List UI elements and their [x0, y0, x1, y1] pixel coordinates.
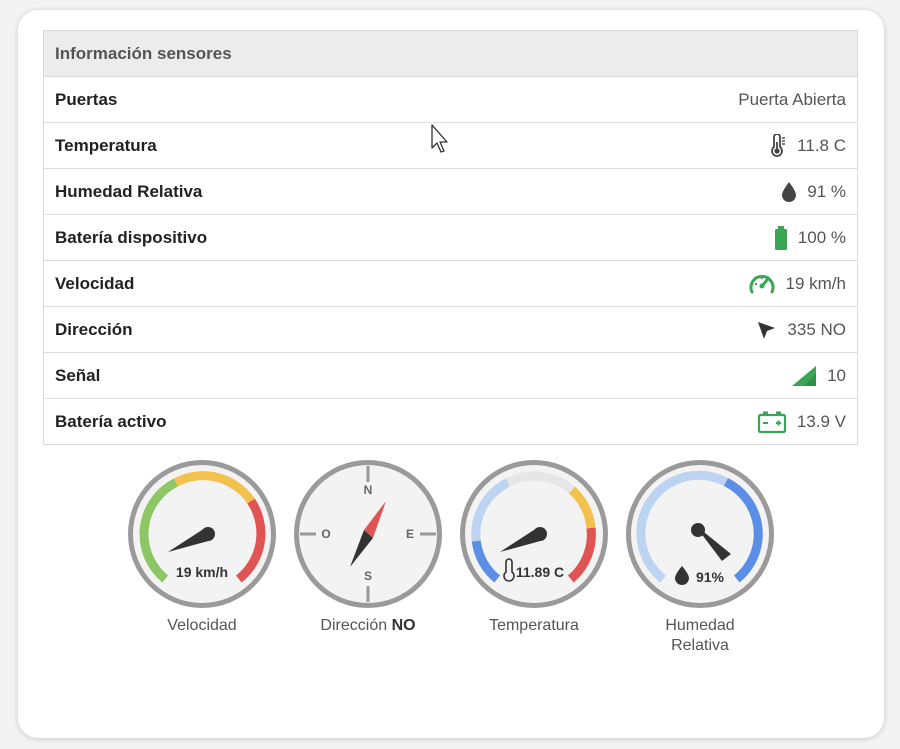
temperature-gauge-dial: 11.89 C: [460, 460, 608, 608]
speed-gauge: 19 km/h Velocidad: [126, 458, 278, 636]
thermometer-icon: [771, 133, 786, 157]
direction-caption-value: NO: [391, 617, 416, 634]
row-value-group: 91 %: [781, 181, 846, 203]
row-label: Velocidad: [55, 273, 135, 293]
row-value-group: 10: [791, 365, 846, 387]
row-label: Señal: [55, 365, 101, 385]
temperature-gauge-caption: Temperatura: [489, 617, 579, 634]
row-value-group: 13.9 V: [757, 410, 846, 434]
compass-e-label: E: [406, 527, 414, 541]
row-label: Batería activo: [55, 411, 167, 431]
row-value-group: Puerta Abierta: [738, 90, 846, 110]
direction-caption-label: Dirección: [320, 617, 388, 634]
direction-arrow-icon: [758, 321, 776, 339]
temperature-gauge: 11.89 C Temperatura: [458, 458, 610, 636]
row-value: 11.8 C: [797, 135, 846, 155]
humidity-gauge-readout: 91%: [696, 569, 725, 585]
row-value: 13.9 V: [796, 411, 846, 431]
compass-s-label: S: [364, 569, 372, 583]
compass-o-label: O: [321, 527, 330, 541]
row-value: 100 %: [797, 227, 846, 247]
row-label: Batería dispositivo: [55, 227, 208, 247]
water-drop-icon: [782, 181, 797, 202]
signal-icon: [792, 365, 817, 386]
row-value: 19 km/h: [785, 273, 846, 293]
row-value-group: 335 NO: [755, 319, 846, 341]
humidity-gauge: 91% Humedad Relativa: [624, 458, 776, 656]
row-label: Humedad Relativa: [55, 181, 203, 201]
gauges-row: 19 km/h Velocidad N S E O Dirección NO 1…: [108, 458, 774, 678]
panel-title: Información sensores: [44, 31, 857, 77]
humidity-gauge-caption: Humedad Relativa: [624, 616, 776, 656]
speed-gauge-caption: Velocidad: [167, 617, 237, 634]
row-value: 335 NO: [787, 319, 846, 339]
compass-n-label: N: [364, 483, 373, 497]
direction-gauge-caption: Dirección NO: [292, 616, 444, 636]
temperature-gauge-readout: 11.89 C: [516, 564, 564, 580]
direction-gauge: N S E O Dirección NO: [292, 458, 444, 636]
row-doors: Puertas Puerta Abierta: [44, 77, 857, 123]
row-value-group: 100 %: [774, 225, 846, 250]
car-battery-icon: [757, 411, 786, 433]
humidity-gauge-dial: 91%: [626, 460, 774, 608]
row-value-group: 11.8 C: [769, 133, 846, 158]
row-asset-battery: Batería activo 13.9 V: [44, 399, 857, 444]
speedometer-icon: [749, 274, 774, 293]
row-value-group: 19 km/h: [748, 272, 846, 296]
row-humidity: Humedad Relativa 91 %: [44, 169, 857, 215]
humidity-caption-line1: Humedad: [665, 617, 735, 634]
compass-dial: N S E O: [294, 460, 442, 608]
humidity-caption-line2: Relativa: [671, 637, 729, 654]
speed-gauge-readout: 19 km/h: [176, 564, 228, 580]
row-value: 10: [827, 365, 846, 385]
mouse-cursor-icon: [431, 124, 448, 153]
row-value: 91 %: [807, 181, 846, 201]
row-device-battery: Batería dispositivo 100 %: [44, 215, 857, 261]
sensor-info-panel: Información sensores Puertas Puerta Abie…: [43, 30, 858, 445]
row-value: Puerta Abierta: [738, 89, 846, 109]
speed-gauge-dial: 19 km/h: [128, 460, 276, 608]
row-speed: Velocidad 19 km/h: [44, 261, 857, 307]
row-signal: Señal 10: [44, 353, 857, 399]
row-label: Temperatura: [55, 135, 157, 155]
row-label: Puertas: [55, 89, 118, 109]
row-label: Dirección: [55, 319, 133, 339]
row-direction: Dirección 335 NO: [44, 307, 857, 353]
battery-icon: [774, 225, 787, 250]
